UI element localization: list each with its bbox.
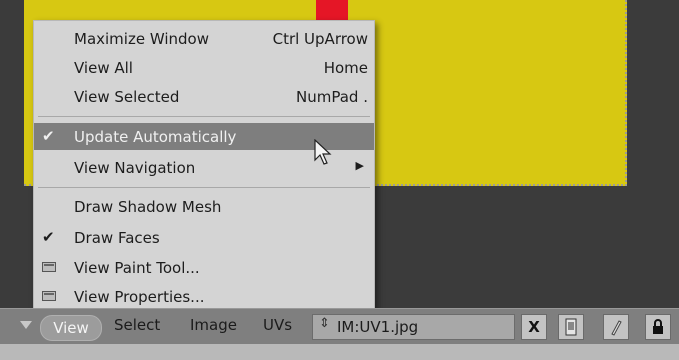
- menu-item-view-all[interactable]: View All Home: [34, 54, 374, 81]
- menu-item-view-properties[interactable]: View Properties...: [34, 283, 374, 310]
- collapse-triangle-icon[interactable]: [20, 321, 32, 329]
- uv-selection-marker: [316, 0, 348, 20]
- menu-item-view-paint-tool[interactable]: View Paint Tool...: [34, 254, 374, 281]
- menu-item-label: View Selected: [74, 88, 180, 106]
- paint-tool-icon[interactable]: [603, 314, 629, 340]
- menu-separator: [38, 187, 370, 188]
- up-down-arrows-icon[interactable]: ⇕: [319, 316, 330, 331]
- menu-item-label: View All: [74, 59, 133, 77]
- select-menu-button[interactable]: Select: [114, 316, 160, 334]
- menu-item-draw-faces[interactable]: ✔ Draw Faces: [34, 224, 374, 251]
- menu-item-shortcut: Home: [323, 59, 368, 77]
- image-name[interactable]: IM:UV1.jpg: [337, 318, 418, 336]
- view-menu-button[interactable]: View: [40, 315, 102, 341]
- menu-item-draw-shadow-mesh[interactable]: Draw Shadow Mesh: [34, 193, 374, 220]
- menu-item-label: Maximize Window: [74, 30, 209, 48]
- close-image-button[interactable]: X: [521, 314, 547, 340]
- submenu-arrow-icon: ▶: [355, 159, 364, 172]
- menu-item-view-selected[interactable]: View Selected NumPad .: [34, 83, 374, 110]
- menu-item-shortcut: Ctrl UpArrow: [272, 30, 368, 48]
- menu-item-label: View Paint Tool...: [74, 259, 200, 277]
- uv-editor-header: View Select Image UVs ⇕ IM:UV1.jpg X: [0, 308, 679, 345]
- menu-separator: [38, 116, 370, 117]
- image-menu-button[interactable]: Image: [190, 316, 237, 334]
- menu-item-label: Update Automatically: [74, 128, 237, 146]
- menu-item-shortcut: NumPad .: [296, 88, 368, 106]
- pin-image-icon[interactable]: [558, 314, 584, 340]
- uvs-menu-button[interactable]: UVs: [263, 316, 292, 334]
- window-icon: [42, 291, 56, 301]
- menu-item-label: View Navigation: [74, 159, 196, 177]
- checkmark-icon: ✔: [42, 127, 55, 145]
- menu-item-label: Draw Shadow Mesh: [74, 198, 222, 216]
- image-browse-field[interactable]: ⇕ IM:UV1.jpg: [312, 314, 515, 340]
- window-bottom-border: [0, 344, 679, 360]
- menu-item-maximize-window[interactable]: Maximize Window Ctrl UpArrow: [34, 25, 374, 52]
- checkmark-icon: ✔: [42, 228, 55, 246]
- lock-icon[interactable]: [645, 314, 671, 340]
- menu-item-label: View Properties...: [74, 288, 205, 306]
- window-icon: [42, 262, 56, 272]
- mouse-pointer-icon: [314, 139, 332, 165]
- menu-item-label: Draw Faces: [74, 229, 160, 247]
